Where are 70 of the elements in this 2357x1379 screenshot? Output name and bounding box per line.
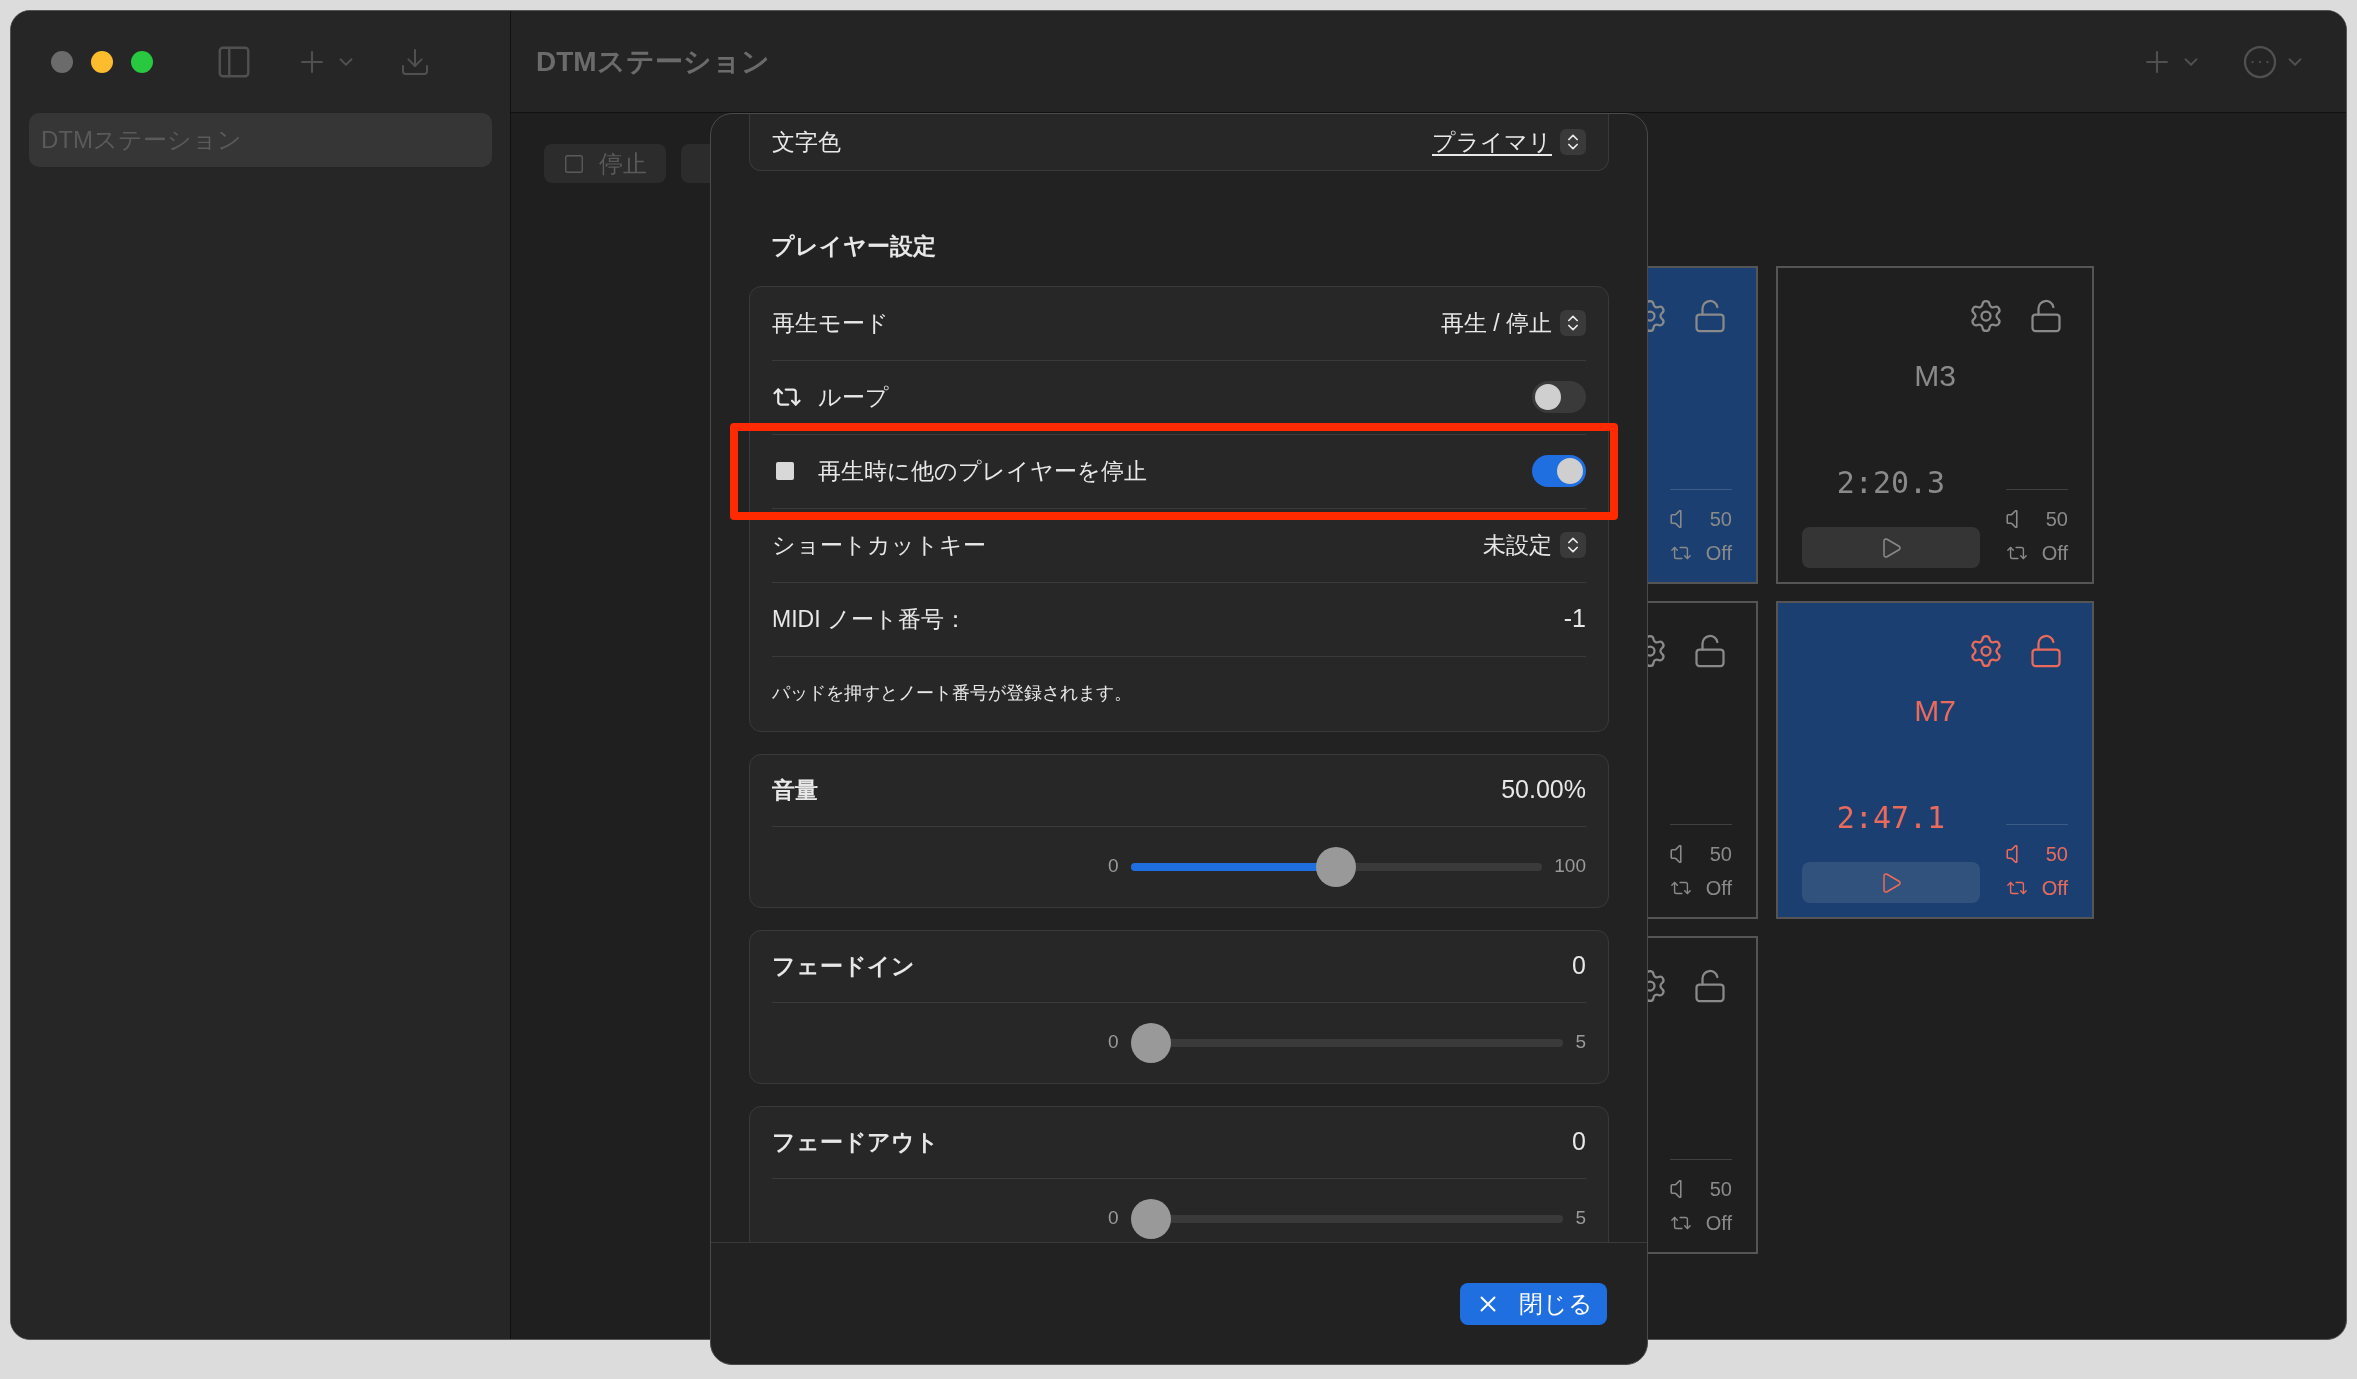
stepper-icon [1560,129,1586,155]
unlock-icon[interactable] [2028,633,2064,669]
slider-label: フェードイン [772,951,915,981]
slider-max: 5 [1575,1206,1586,1231]
unlock-icon[interactable] [1692,298,1728,334]
slider-thumb[interactable] [1316,846,1357,887]
volume-value: 50 [1709,507,1732,532]
square-icon [563,152,585,175]
unlock-icon[interactable] [2028,298,2064,334]
speaker-icon [1670,510,1682,528]
slider-min: 0 [1108,1030,1119,1055]
speaker-icon [2006,510,2018,528]
midi-note-value: -1 [1563,603,1586,635]
toggle-switch[interactable] [1532,455,1586,487]
pad-name: M7 [1914,692,1956,729]
slider-reading: 0 [1572,1126,1586,1158]
shortcut-picker[interactable]: 未設定 [1483,527,1586,563]
pad-tile[interactable]: M3 2:20.3 50 Off [1776,266,2094,584]
pad-tile[interactable]: M7 2:47.1 50 Off [1776,601,2094,919]
speaker-icon [2006,845,2018,863]
pad-time: 2:20.3 [1836,464,1946,502]
setting-label: 再生時に他のプレイヤーを停止 [818,456,1147,486]
loop-value: Off [2041,876,2068,901]
window-title: DTMステーション [536,44,770,79]
slider-track[interactable] [1130,846,1543,887]
gear-icon[interactable] [1968,298,2004,334]
slider-label: 音量 [772,775,818,805]
loop-value: Off [1705,1211,1732,1236]
setting-label: ループ [818,382,889,412]
stepper-icon [1560,310,1586,336]
setting-label: 文字色 [772,127,841,157]
stop-icon [776,462,794,480]
setting-label: MIDI ノート番号： [772,604,967,634]
volume-value: 50 [2045,842,2068,867]
pad-time: 2:47.1 [1836,799,1946,837]
unlock-icon[interactable] [1692,968,1728,1004]
slider-thumb[interactable] [1130,1022,1171,1063]
loop-value: Off [1705,541,1732,566]
speaker-icon [1670,845,1682,863]
slider-track[interactable] [1130,1022,1564,1063]
volume-value: 50 [1709,1177,1732,1202]
speaker-icon [1670,1180,1682,1198]
slider-label: フェードアウト [772,1127,939,1157]
volume-value: 50 [2045,507,2068,532]
slider-track[interactable] [1130,1198,1564,1239]
setting-label: 再生モード [772,308,889,338]
close-window-button[interactable] [51,51,73,73]
slider-max: 5 [1575,1030,1586,1055]
slider-reading: 0 [1572,950,1586,982]
close-button[interactable]: 閉じる [1460,1282,1607,1325]
loop-value: Off [2041,541,2068,566]
gear-icon[interactable] [1968,633,2004,669]
maximize-window-button[interactable] [131,51,153,73]
slider-reading: 50.00% [1501,774,1586,806]
pad-name: M3 [1914,357,1956,394]
volume-value: 50 [1709,842,1732,867]
slider-max: 100 [1554,854,1586,879]
unlock-icon[interactable] [1692,633,1728,669]
minimize-window-button[interactable] [91,51,113,73]
section-title: プレイヤー設定 [770,232,937,261]
toggle-switch[interactable] [1532,381,1586,413]
setting-label: ショートカットキー [772,530,986,560]
slider-thumb[interactable] [1130,1198,1171,1239]
loop-value: Off [1705,876,1732,901]
hint-text: パッドを押すとノート番号が登録されます。 [772,682,1132,705]
play-mode-picker[interactable]: 再生 / 停止 [1440,305,1586,341]
stepper-icon [1560,532,1586,558]
text-color-picker[interactable]: プライマリ [1432,124,1586,160]
slider-min: 0 [1108,1206,1119,1231]
slider-min: 0 [1108,854,1119,879]
